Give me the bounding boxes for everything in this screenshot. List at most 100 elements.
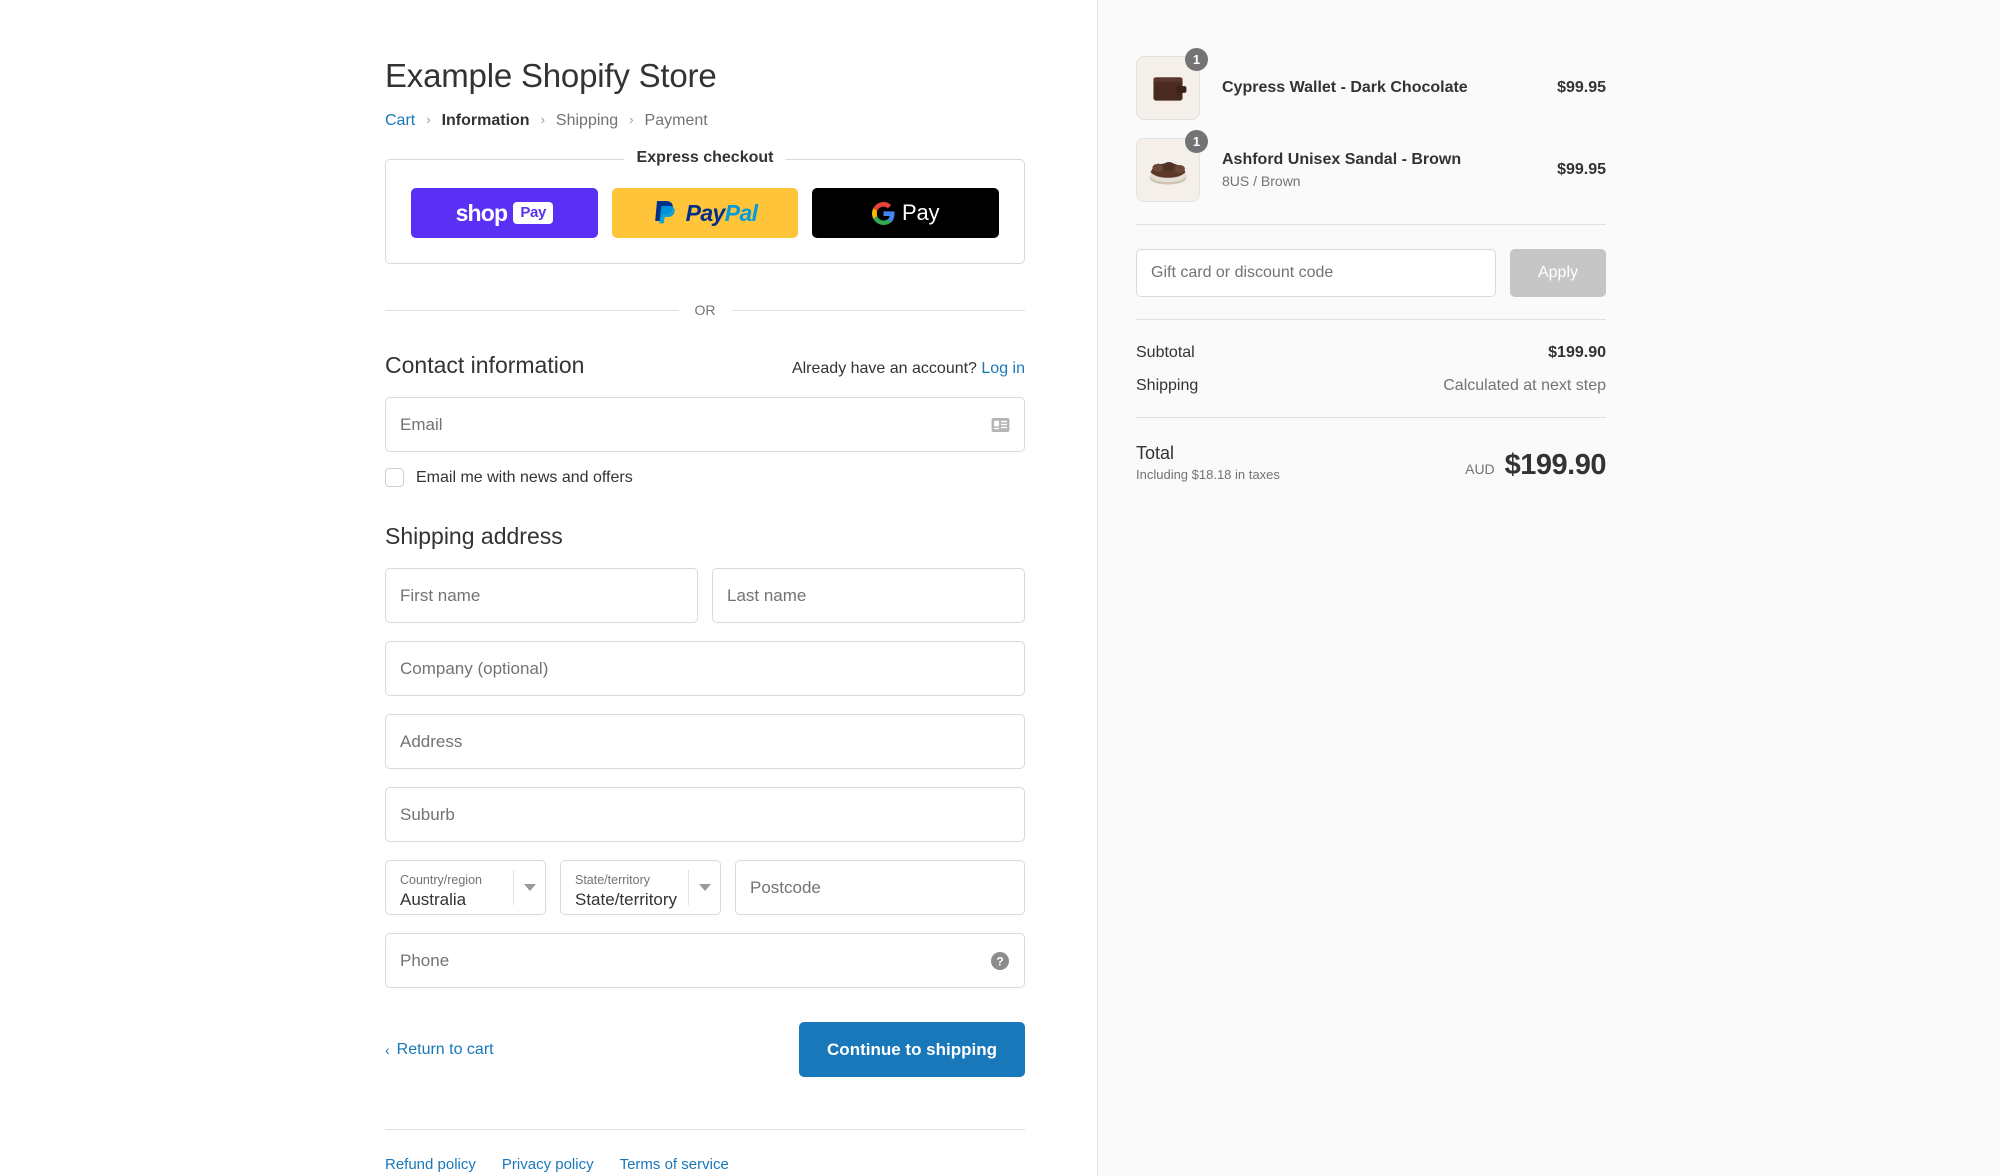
login-link[interactable]: Log in (981, 360, 1025, 377)
address-placeholder: Address (400, 732, 462, 752)
checkout-page: Example Shopify Store Cart › Information… (0, 0, 2000, 1176)
name-row: First name Last name (385, 568, 1025, 623)
phone-field[interactable]: Phone ? (385, 933, 1025, 988)
product-thumbnail-wrap: 1 (1136, 56, 1200, 120)
google-pay-word: Pay (902, 200, 939, 226)
divider (1136, 319, 1606, 320)
product-price: $99.95 (1557, 79, 1606, 97)
shop-pay-pill: Pay (513, 202, 553, 224)
svg-text:?: ? (996, 954, 1003, 968)
subtotal-row: Subtotal $199.90 (1136, 344, 1606, 362)
total-amount: $199.90 (1505, 449, 1606, 482)
help-icon[interactable]: ? (990, 951, 1010, 971)
account-prompt: Already have an account? Log in (792, 360, 1025, 378)
breadcrumb-item-information: Information (442, 111, 530, 131)
shop-pay-logo: shop Pay (456, 200, 554, 227)
paypal-p-icon (653, 199, 679, 227)
company-field[interactable]: Company (optional) (385, 641, 1025, 696)
discount-placeholder: Gift card or discount code (1151, 264, 1333, 282)
express-checkout-panel: Express checkout shop Pay (385, 159, 1025, 264)
paypal-word-pay: Pay (686, 200, 725, 227)
first-name-field[interactable]: First name (385, 568, 698, 623)
or-divider: OR (385, 302, 1025, 318)
checkout-main-column: Example Shopify Store Cart › Information… (0, 0, 1098, 1176)
contact-card-icon[interactable] (991, 417, 1010, 432)
refund-policy-link[interactable]: Refund policy (385, 1156, 476, 1173)
total-left: Total Including $18.18 in taxes (1136, 442, 1280, 482)
discount-code-input[interactable]: Gift card or discount code (1136, 249, 1496, 297)
order-summary-column: 1 Cypress Wallet - Dark Chocolate $99.95 (1098, 0, 2000, 1176)
address-field[interactable]: Address (385, 714, 1025, 769)
phone-placeholder: Phone (400, 951, 449, 971)
chevron-down-icon[interactable] (688, 870, 720, 905)
shipping-address-title: Shipping address (385, 523, 1025, 550)
total-tax-note: Including $18.18 in taxes (1136, 467, 1280, 482)
form-actions: ‹ Return to cart Continue to shipping (385, 1022, 1025, 1077)
terms-of-service-link[interactable]: Terms of service (620, 1156, 729, 1173)
postcode-placeholder: Postcode (750, 878, 821, 898)
product-variant: 8US / Brown (1222, 173, 1541, 190)
breadcrumb-item-payment: Payment (645, 111, 708, 131)
last-name-field[interactable]: Last name (712, 568, 1025, 623)
product-thumbnail-wrap: 1 (1136, 138, 1200, 202)
first-name-placeholder: First name (400, 586, 480, 606)
suburb-placeholder: Suburb (400, 805, 455, 825)
postcode-field[interactable]: Postcode (735, 860, 1025, 915)
paypal-word-pal: Pal (725, 200, 758, 227)
subtotal-value: $199.90 (1548, 344, 1606, 362)
email-field[interactable]: Email (385, 397, 1025, 452)
country-value: Australia (400, 889, 507, 910)
list-item: 1 Ashford Unisex Sandal - Brown 8US / Br… (1136, 138, 1606, 202)
product-info: Cypress Wallet - Dark Chocolate (1222, 78, 1541, 98)
paypal-button[interactable]: Pay Pal (612, 188, 799, 238)
last-name-placeholder: Last name (727, 586, 806, 606)
contact-information-title: Contact information (385, 352, 584, 379)
region-row: Country/region Australia State/territory… (385, 860, 1025, 915)
state-label: State/territory (575, 873, 682, 888)
product-price: $99.95 (1557, 161, 1606, 179)
divider-line-right (732, 310, 1026, 311)
breadcrumb: Cart › Information › Shipping › Payment (385, 111, 1025, 131)
google-g-icon (872, 202, 895, 225)
divider-line-left (385, 310, 679, 311)
breadcrumb-separator-icon: › (426, 110, 430, 130)
state-select[interactable]: State/territory State/territory (560, 860, 721, 915)
newsletter-checkbox[interactable] (385, 468, 404, 487)
newsletter-checkbox-row[interactable]: Email me with news and offers (385, 468, 1025, 487)
paypal-logo: Pay Pal (653, 199, 758, 227)
return-to-cart-link[interactable]: ‹ Return to cart (385, 1041, 494, 1059)
continue-to-shipping-button[interactable]: Continue to shipping (799, 1022, 1025, 1077)
privacy-policy-link[interactable]: Privacy policy (502, 1156, 594, 1173)
total-right: AUD $199.90 (1465, 449, 1606, 482)
country-label: Country/region (400, 873, 507, 888)
company-placeholder: Company (optional) (400, 659, 548, 679)
email-placeholder: Email (400, 415, 443, 435)
list-item: 1 Cypress Wallet - Dark Chocolate $99.95 (1136, 56, 1606, 120)
account-prompt-text: Already have an account? (792, 360, 977, 377)
divider (1136, 417, 1606, 418)
total-label: Total (1136, 442, 1280, 464)
suburb-field[interactable]: Suburb (385, 787, 1025, 842)
shop-pay-word: shop (456, 200, 508, 227)
divider (1136, 224, 1606, 225)
shipping-label: Shipping (1136, 377, 1198, 395)
state-value: State/territory (575, 889, 682, 910)
express-checkout-legend: Express checkout (625, 149, 786, 167)
chevron-left-icon: ‹ (385, 1043, 390, 1057)
breadcrumb-item-cart[interactable]: Cart (385, 111, 415, 131)
quantity-badge: 1 (1185, 48, 1208, 71)
shop-pay-button[interactable]: shop Pay (411, 188, 598, 238)
apply-discount-button[interactable]: Apply (1510, 249, 1606, 297)
product-title: Ashford Unisex Sandal - Brown (1222, 150, 1541, 170)
chevron-down-icon[interactable] (513, 870, 545, 905)
total-currency: AUD (1465, 461, 1495, 477)
newsletter-label: Email me with news and offers (416, 469, 633, 487)
breadcrumb-separator-icon: › (541, 110, 545, 130)
contact-information-header: Contact information Already have an acco… (385, 352, 1025, 379)
country-select[interactable]: Country/region Australia (385, 860, 546, 915)
or-label: OR (695, 302, 716, 318)
return-to-cart-label: Return to cart (397, 1041, 494, 1059)
google-pay-logo: Pay (872, 200, 939, 226)
google-pay-button[interactable]: Pay (812, 188, 999, 238)
quantity-badge: 1 (1185, 130, 1208, 153)
